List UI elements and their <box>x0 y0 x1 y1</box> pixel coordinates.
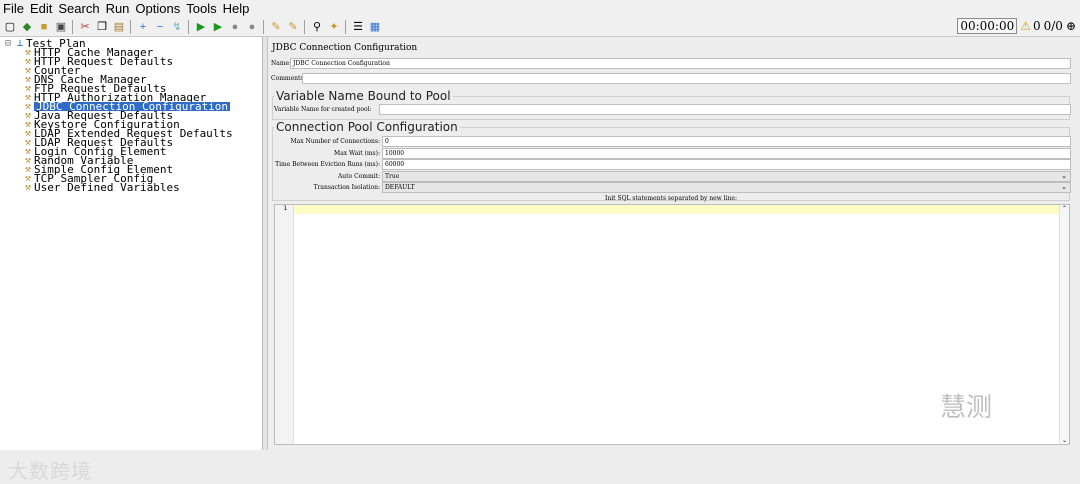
jdbc-config-panel: JDBC Connection Configuration Name: JDBC… <box>268 37 1080 450</box>
status-area: 00:00:00 ⚠ 0 0/0 ⊕ <box>957 18 1076 34</box>
open-icon[interactable]: ■ <box>37 20 51 34</box>
isolation-label: Transaction Isolation: <box>313 184 380 191</box>
menu-run[interactable]: Run <box>106 1 130 16</box>
tree-list: ⊟ ⊥ Test Plan ⚒ HTTP Cache Manager ⚒ HTTP R… <box>2 38 233 194</box>
reset-search-icon[interactable]: ✦ <box>327 20 341 34</box>
start-no-pause-icon[interactable]: ▶ <box>211 20 225 34</box>
new-icon[interactable]: ▢ <box>3 20 17 34</box>
watermark-right: 慧测 <box>940 393 993 423</box>
menu-edit[interactable]: Edit <box>30 1 52 16</box>
paste-icon[interactable]: ▤ <box>112 20 126 34</box>
eviction-field[interactable]: 60000 <box>382 159 1071 170</box>
menu-options[interactable]: Options <box>135 1 180 16</box>
warning-count: 0 <box>1032 19 1041 33</box>
isolation-select[interactable]: DEFAULT ⌄ <box>382 182 1071 193</box>
auto-commit-label: Auto Commit: <box>337 173 380 180</box>
panel-title: JDBC Connection Configuration <box>272 43 418 53</box>
auto-commit-select[interactable]: True ⌄ <box>382 171 1071 182</box>
comments-label: Comments: <box>271 75 306 82</box>
init-sql-label: Init SQL statements separated by new lin… <box>605 195 737 202</box>
current-line-highlight <box>294 205 1059 214</box>
copy-icon[interactable]: ❐ <box>95 20 109 34</box>
max-wait-label: Max Wait (ms): <box>334 150 380 157</box>
watermark-left: 大数跨境 <box>8 459 92 483</box>
max-connections-label: Max Number of Connections: <box>290 138 380 145</box>
connection-pool-group-title: Connection Pool Configuration <box>274 120 460 134</box>
scroll-up-icon[interactable]: ⌃ <box>1060 205 1069 212</box>
config-element-icon: ⚒ <box>24 182 32 193</box>
stop-icon[interactable]: ● <box>228 20 242 34</box>
thread-count: 0/0 <box>1043 19 1063 33</box>
help-icon[interactable]: ▦ <box>368 20 382 34</box>
remote-icon[interactable]: ⊕ <box>1066 19 1076 33</box>
line-number: 1 <box>283 205 287 212</box>
start-icon[interactable]: ▶ <box>194 20 208 34</box>
warning-icon[interactable]: ⚠ <box>1020 19 1031 33</box>
save-icon[interactable]: ▣ <box>54 20 68 34</box>
line-number-gutter: 1 <box>275 205 294 444</box>
menu-search[interactable]: Search <box>58 1 99 16</box>
elapsed-time: 00:00:00 <box>957 18 1018 34</box>
tree-item[interactable]: ⚒ User Defined Variables <box>2 181 233 194</box>
toolbar-separator <box>263 19 264 34</box>
clear-all-icon[interactable]: ✎ <box>286 20 300 34</box>
max-wait-field[interactable]: 10000 <box>382 148 1071 159</box>
variable-name-field[interactable] <box>379 104 1071 115</box>
menu-tools[interactable]: Tools <box>186 1 216 16</box>
function-helper-icon[interactable]: ☰ <box>351 20 365 34</box>
cut-icon[interactable]: ✂ <box>78 20 92 34</box>
menu-help[interactable]: Help <box>223 1 250 16</box>
collapse-node-icon[interactable]: ⊟ <box>2 39 14 49</box>
shutdown-icon[interactable]: ● <box>245 20 259 34</box>
isolation-value: DEFAULT <box>385 184 415 191</box>
eviction-label: Time Between Eviction Runs (ms): <box>275 161 380 168</box>
tree-item-label: User Defined Variables <box>34 181 180 194</box>
toggle-icon[interactable]: ↯ <box>170 20 184 34</box>
toolbar: ▢ ◆ ■ ▣ ✂ ❐ ▤ + − ↯ ▶ ▶ ● ● ✎ ✎ ⚲ ✦ ☰ ▦ … <box>0 17 1080 37</box>
auto-commit-value: True <box>385 173 400 180</box>
max-connections-field[interactable]: 0 <box>382 136 1071 147</box>
toolbar-separator <box>130 19 131 34</box>
toolbar-separator <box>345 19 346 34</box>
templates-icon[interactable]: ◆ <box>20 20 34 34</box>
toolbar-separator <box>304 19 305 34</box>
menu-bar: File Edit Search Run Options Tools Help <box>0 0 1080 17</box>
toolbar-separator <box>72 19 73 34</box>
name-label: Name: <box>271 60 292 67</box>
test-plan-tree: ⊟ ⊥ Test Plan ⚒ HTTP Cache Manager ⚒ HTTP R… <box>0 37 263 483</box>
scroll-down-icon[interactable]: ⌄ <box>1060 437 1069 444</box>
toolbar-separator <box>188 19 189 34</box>
name-field[interactable]: JDBC Connection Configuration <box>290 58 1071 69</box>
variable-name-label: Variable Name for created pool: <box>274 106 372 113</box>
collapse-icon[interactable]: − <box>153 20 167 34</box>
chevron-down-icon: ⌄ <box>1061 183 1067 191</box>
variable-name-group-title: Variable Name Bound to Pool <box>274 89 453 103</box>
chevron-down-icon: ⌄ <box>1061 172 1067 180</box>
expand-icon[interactable]: + <box>136 20 150 34</box>
search-icon[interactable]: ⚲ <box>310 20 324 34</box>
comments-field[interactable] <box>302 73 1071 84</box>
clear-icon[interactable]: ✎ <box>269 20 283 34</box>
editor-scrollbar[interactable]: ⌃ ⌄ <box>1059 205 1069 444</box>
menu-file[interactable]: File <box>3 1 24 16</box>
